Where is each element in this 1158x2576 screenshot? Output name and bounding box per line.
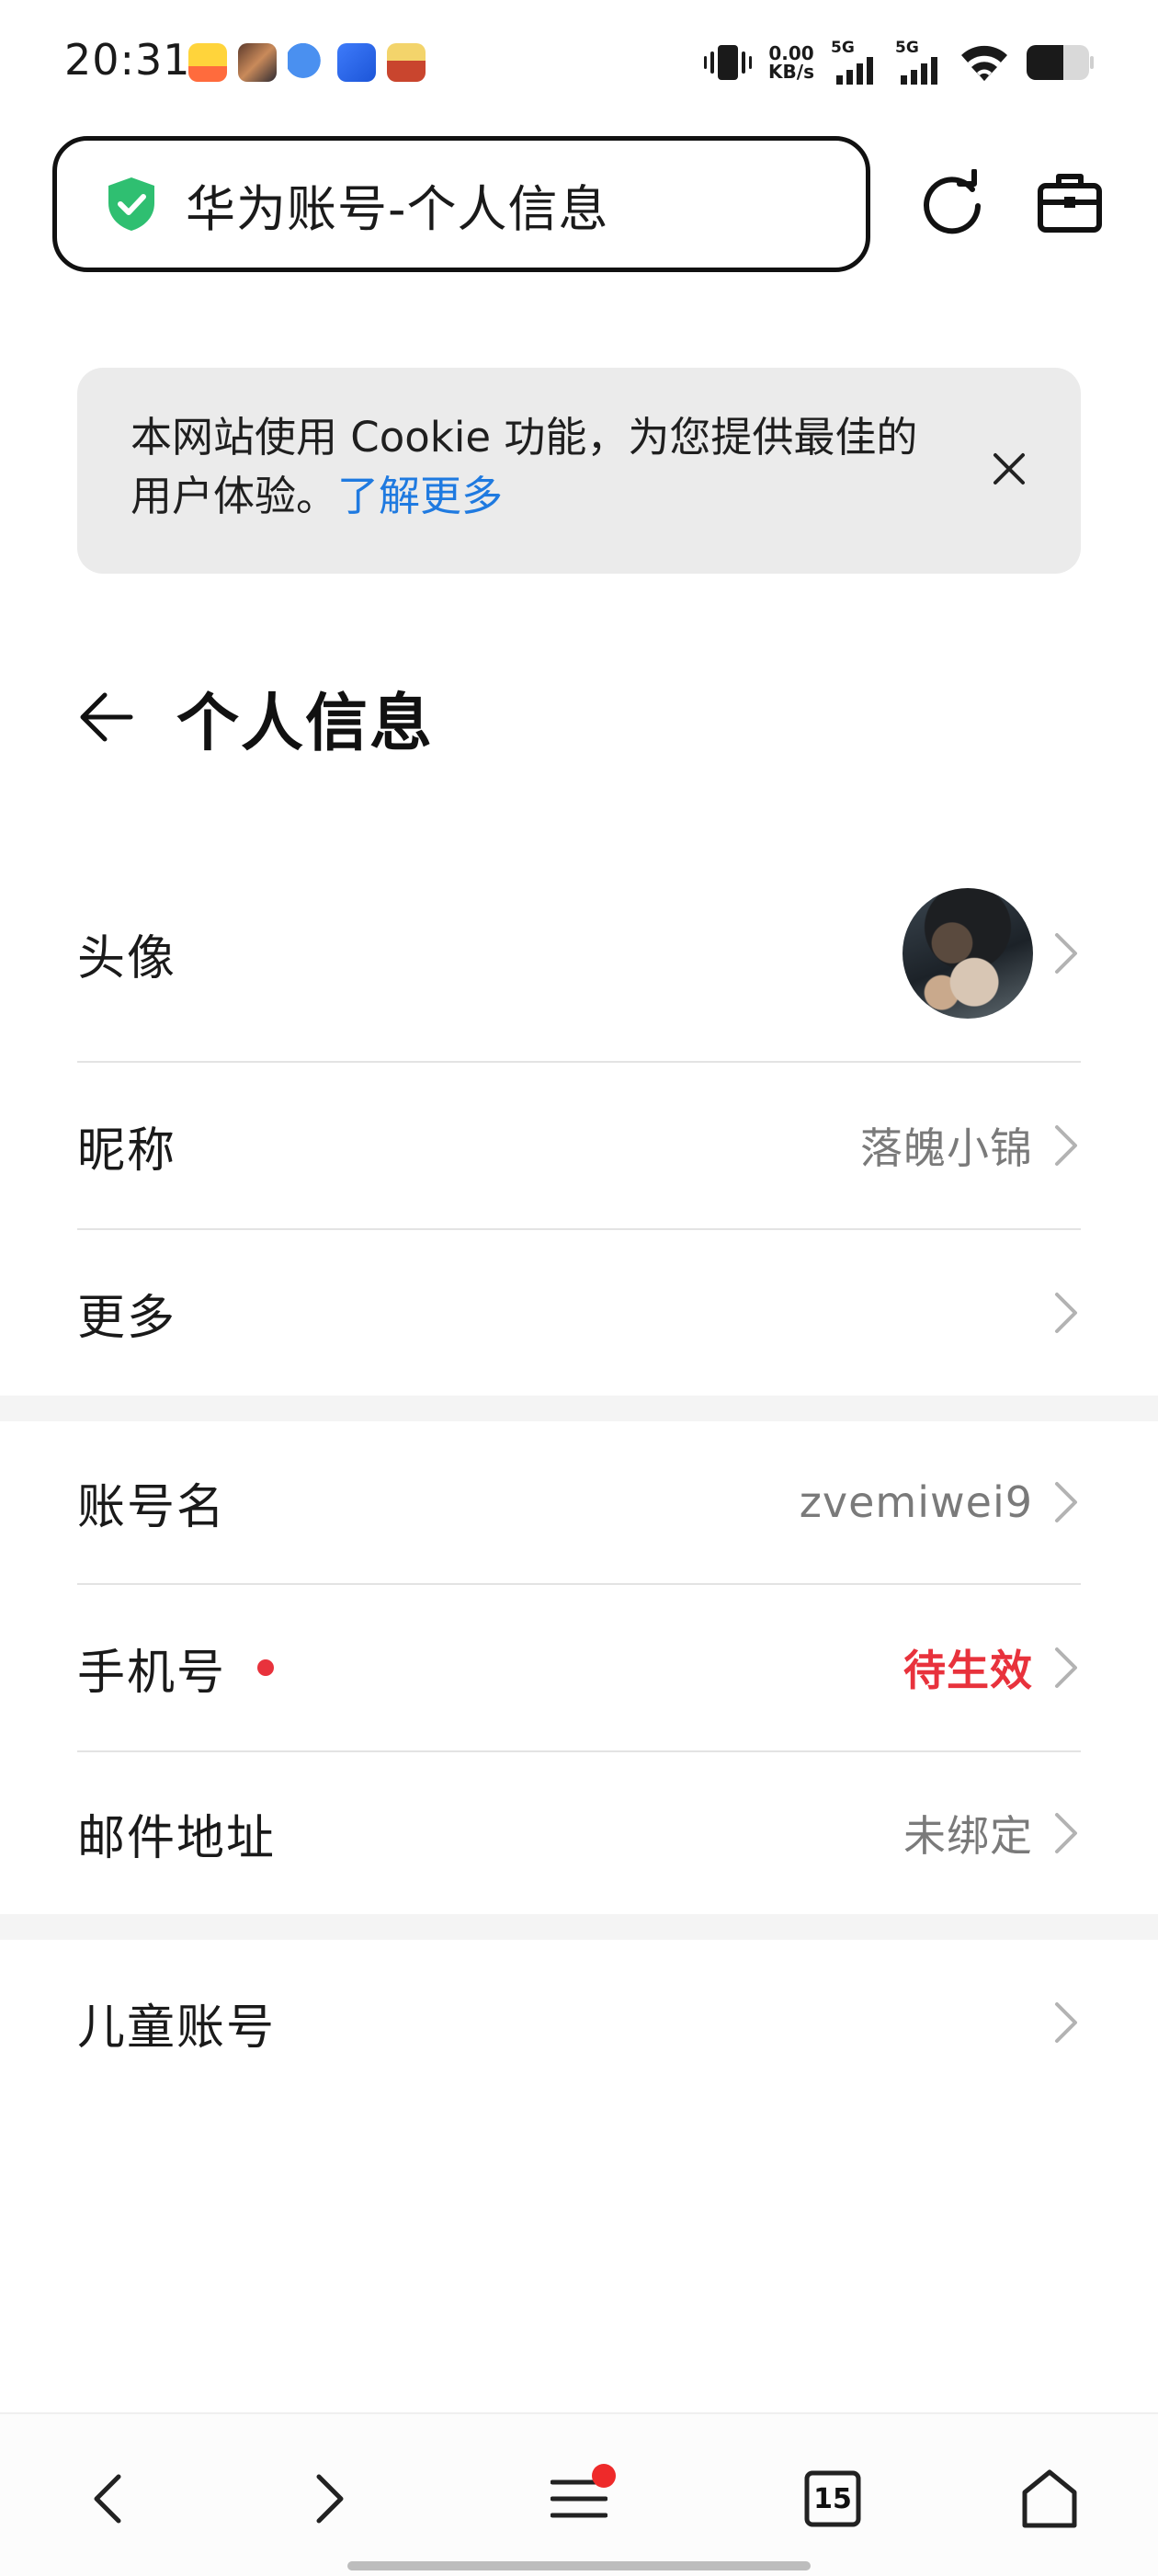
tab-count: 15 (813, 2482, 852, 2515)
page-title: 个人信息 (176, 687, 435, 760)
home-button[interactable] (1013, 2462, 1086, 2536)
unverified-dot (257, 1659, 275, 1676)
status-bar: 20:31 0.00 KB/s 5G 5G (0, 0, 1158, 129)
phone-row[interactable]: 手机号 待生效 (77, 1585, 1081, 1752)
game2-app-icon (387, 43, 426, 82)
nav-forward-button[interactable] (292, 2462, 366, 2536)
browser-bottom-nav: 15 (0, 2412, 1158, 2576)
chevron-right-icon (1055, 1813, 1077, 1853)
nickname-value: 落魄小锦 (860, 1123, 1033, 1173)
chevron-right-icon (1055, 1647, 1077, 1688)
account-name-value: zvemiwei9 (799, 1477, 1033, 1527)
chevron-right-icon (1055, 2002, 1077, 2043)
chat-app-icon (288, 43, 326, 82)
more-row[interactable]: 更多 (77, 1230, 1081, 1396)
refresh-icon (924, 169, 981, 234)
child-account-row[interactable]: 儿童账号 (77, 1940, 1081, 2105)
cookie-message: 本网站使用 Cookie 功能，为您提供最佳的用户体验。了解更多 (131, 408, 958, 526)
page-title-in-address-bar: 华为账号-个人信息 (186, 179, 609, 238)
video-app-icon (238, 43, 277, 82)
back-button[interactable] (77, 680, 151, 754)
home-icon (1022, 2469, 1077, 2528)
learn-more-link[interactable]: 了解更多 (337, 472, 503, 520)
section-separator (0, 1396, 1158, 1421)
network-speed-value: 0.00 (768, 42, 814, 64)
home-indicator[interactable] (347, 2561, 811, 2570)
chevron-right-icon (1055, 933, 1077, 974)
toolbox-button[interactable] (1033, 165, 1107, 239)
toolbox-icon (1038, 174, 1102, 233)
chevron-right-icon (1055, 1293, 1077, 1333)
phone-label-text: 手机号 (77, 1645, 227, 1701)
secure-shield-icon (108, 177, 154, 231)
notification-app-icons (188, 43, 426, 82)
avatar-row[interactable]: 头像 (77, 846, 1081, 1063)
chevron-left-icon (94, 2474, 121, 2524)
phone-status-value: 待生效 (903, 1646, 1033, 1695)
nickname-label: 昵称 (77, 1123, 177, 1179)
sim1-signal-icon: 5G (831, 40, 879, 85)
status-icons: 0.00 KB/s 5G 5G (704, 37, 1094, 88)
close-icon (993, 453, 1025, 484)
close-cookie-button[interactable] (983, 443, 1035, 495)
avatar-label: 头像 (77, 930, 177, 986)
nav-back-button[interactable] (72, 2462, 145, 2536)
nickname-row[interactable]: 昵称 落魄小锦 (77, 1063, 1081, 1230)
notification-dot (592, 2464, 616, 2488)
tabs-button[interactable]: 15 (796, 2462, 869, 2536)
vibrate-icon (704, 45, 753, 80)
arrow-left-icon (80, 692, 133, 742)
more-label: 更多 (77, 1290, 177, 1346)
chevron-right-icon (1055, 1125, 1077, 1166)
cookie-text: 本网站使用 Cookie 功能，为您提供最佳的用户体验。 (131, 413, 918, 520)
child-account-label: 儿童账号 (77, 2000, 277, 2056)
game-app-icon (188, 43, 227, 82)
sim2-label: 5G (895, 39, 919, 57)
sim1-label: 5G (831, 39, 855, 57)
phone-label: 手机号 (77, 1634, 275, 1703)
email-label: 邮件地址 (77, 1810, 277, 1866)
section-separator (0, 1914, 1158, 1940)
avatar (903, 888, 1033, 1019)
email-value: 未绑定 (903, 1811, 1033, 1861)
browser-app-icon (337, 43, 376, 82)
battery-icon (1027, 45, 1094, 80)
network-speed: 0.00 KB/s (768, 44, 814, 81)
network-speed-unit: KB/s (768, 61, 814, 83)
account-name-label: 账号名 (77, 1479, 227, 1535)
chevron-right-icon (1055, 1482, 1077, 1522)
wifi-icon (961, 45, 1007, 81)
address-bar[interactable]: 华为账号-个人信息 (52, 136, 870, 272)
cookie-banner: 本网站使用 Cookie 功能，为您提供最佳的用户体验。了解更多 (77, 368, 1081, 574)
email-row[interactable]: 邮件地址 未绑定 (77, 1752, 1081, 1914)
sim2-signal-icon: 5G (895, 40, 943, 85)
refresh-button[interactable] (915, 165, 989, 239)
menu-button[interactable] (542, 2462, 616, 2536)
page-header: 个人信息 (77, 671, 434, 763)
account-name-row[interactable]: 账号名 zvemiwei9 (77, 1421, 1081, 1585)
chevron-right-icon (316, 2474, 344, 2524)
status-time: 20:31 (64, 35, 191, 85)
